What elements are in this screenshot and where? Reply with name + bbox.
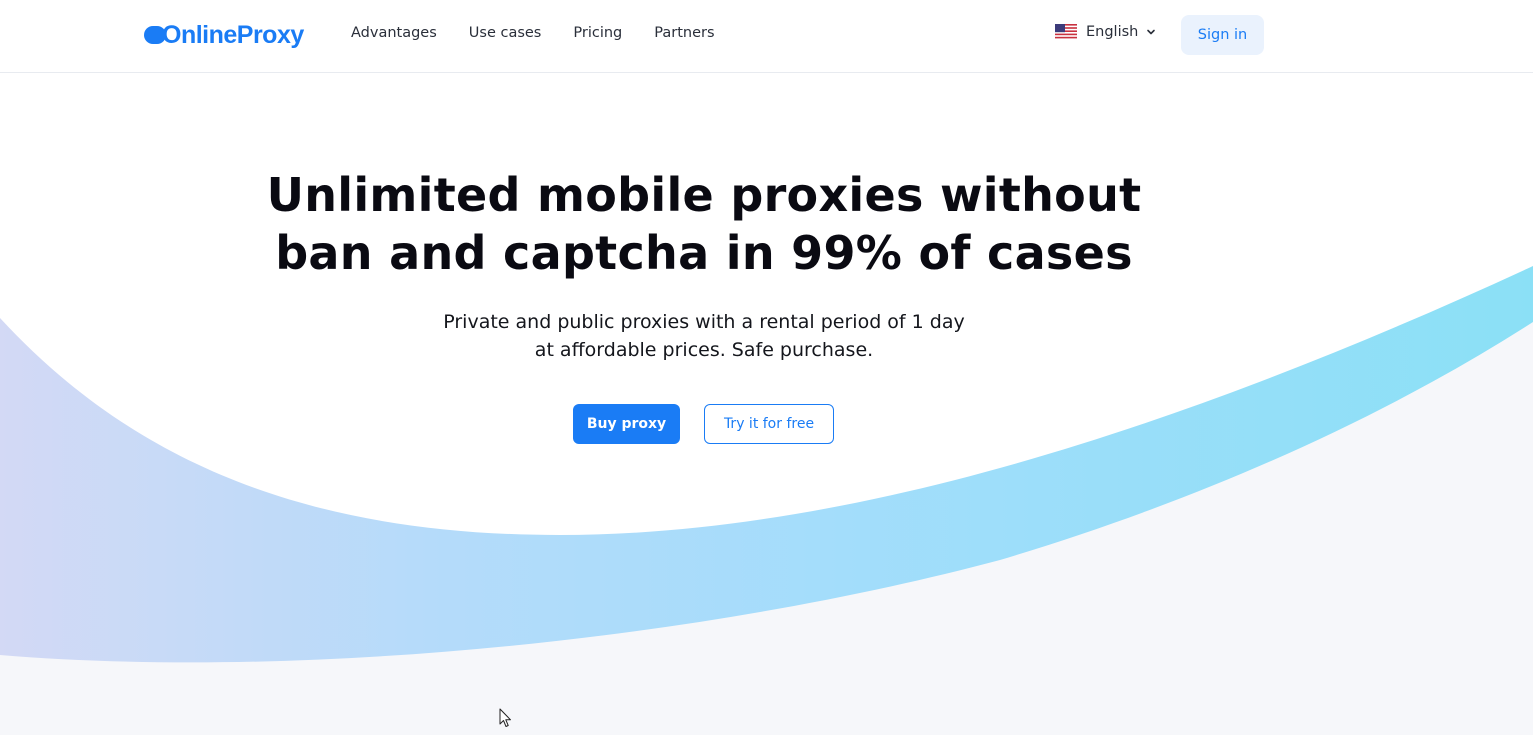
try-free-button[interactable]: Try it for free (704, 404, 834, 444)
logo-toggle-icon (144, 26, 166, 44)
nav-use-cases[interactable]: Use cases (469, 25, 542, 41)
buy-proxy-button[interactable]: Buy proxy (573, 404, 680, 444)
hero-title-line-2: ban and captcha in 99% of cases (275, 226, 1133, 280)
site-header: OnlineProxy Advantages Use cases Pricing… (0, 0, 1533, 73)
mouse-cursor-icon (499, 708, 511, 727)
nav-partners[interactable]: Partners (654, 25, 714, 41)
main-nav: Advantages Use cases Pricing Partners (351, 25, 747, 41)
hero-subtitle-line-1: Private and public proxies with a rental… (443, 311, 965, 333)
language-label: English (1086, 24, 1139, 40)
hero-subtitle: Private and public proxies with a rental… (350, 308, 1058, 364)
hero-subtitle-line-2: at affordable prices. Safe purchase. (534, 339, 874, 361)
logo-text: OnlineProxy (162, 20, 304, 49)
page: OnlineProxy Advantages Use cases Pricing… (0, 0, 1533, 735)
us-flag-icon (1055, 24, 1077, 40)
hero-section: Unlimited mobile proxies without ban and… (0, 0, 1533, 735)
sign-in-button[interactable]: Sign in (1181, 15, 1264, 55)
chevron-down-icon (1147, 29, 1156, 35)
language-selector[interactable]: English (1055, 24, 1156, 40)
nav-advantages[interactable]: Advantages (351, 25, 437, 41)
hero-title: Unlimited mobile proxies without ban and… (220, 166, 1188, 282)
hero-title-line-1: Unlimited mobile proxies without (266, 168, 1142, 222)
nav-pricing[interactable]: Pricing (573, 25, 622, 41)
logo[interactable]: OnlineProxy (144, 19, 304, 51)
